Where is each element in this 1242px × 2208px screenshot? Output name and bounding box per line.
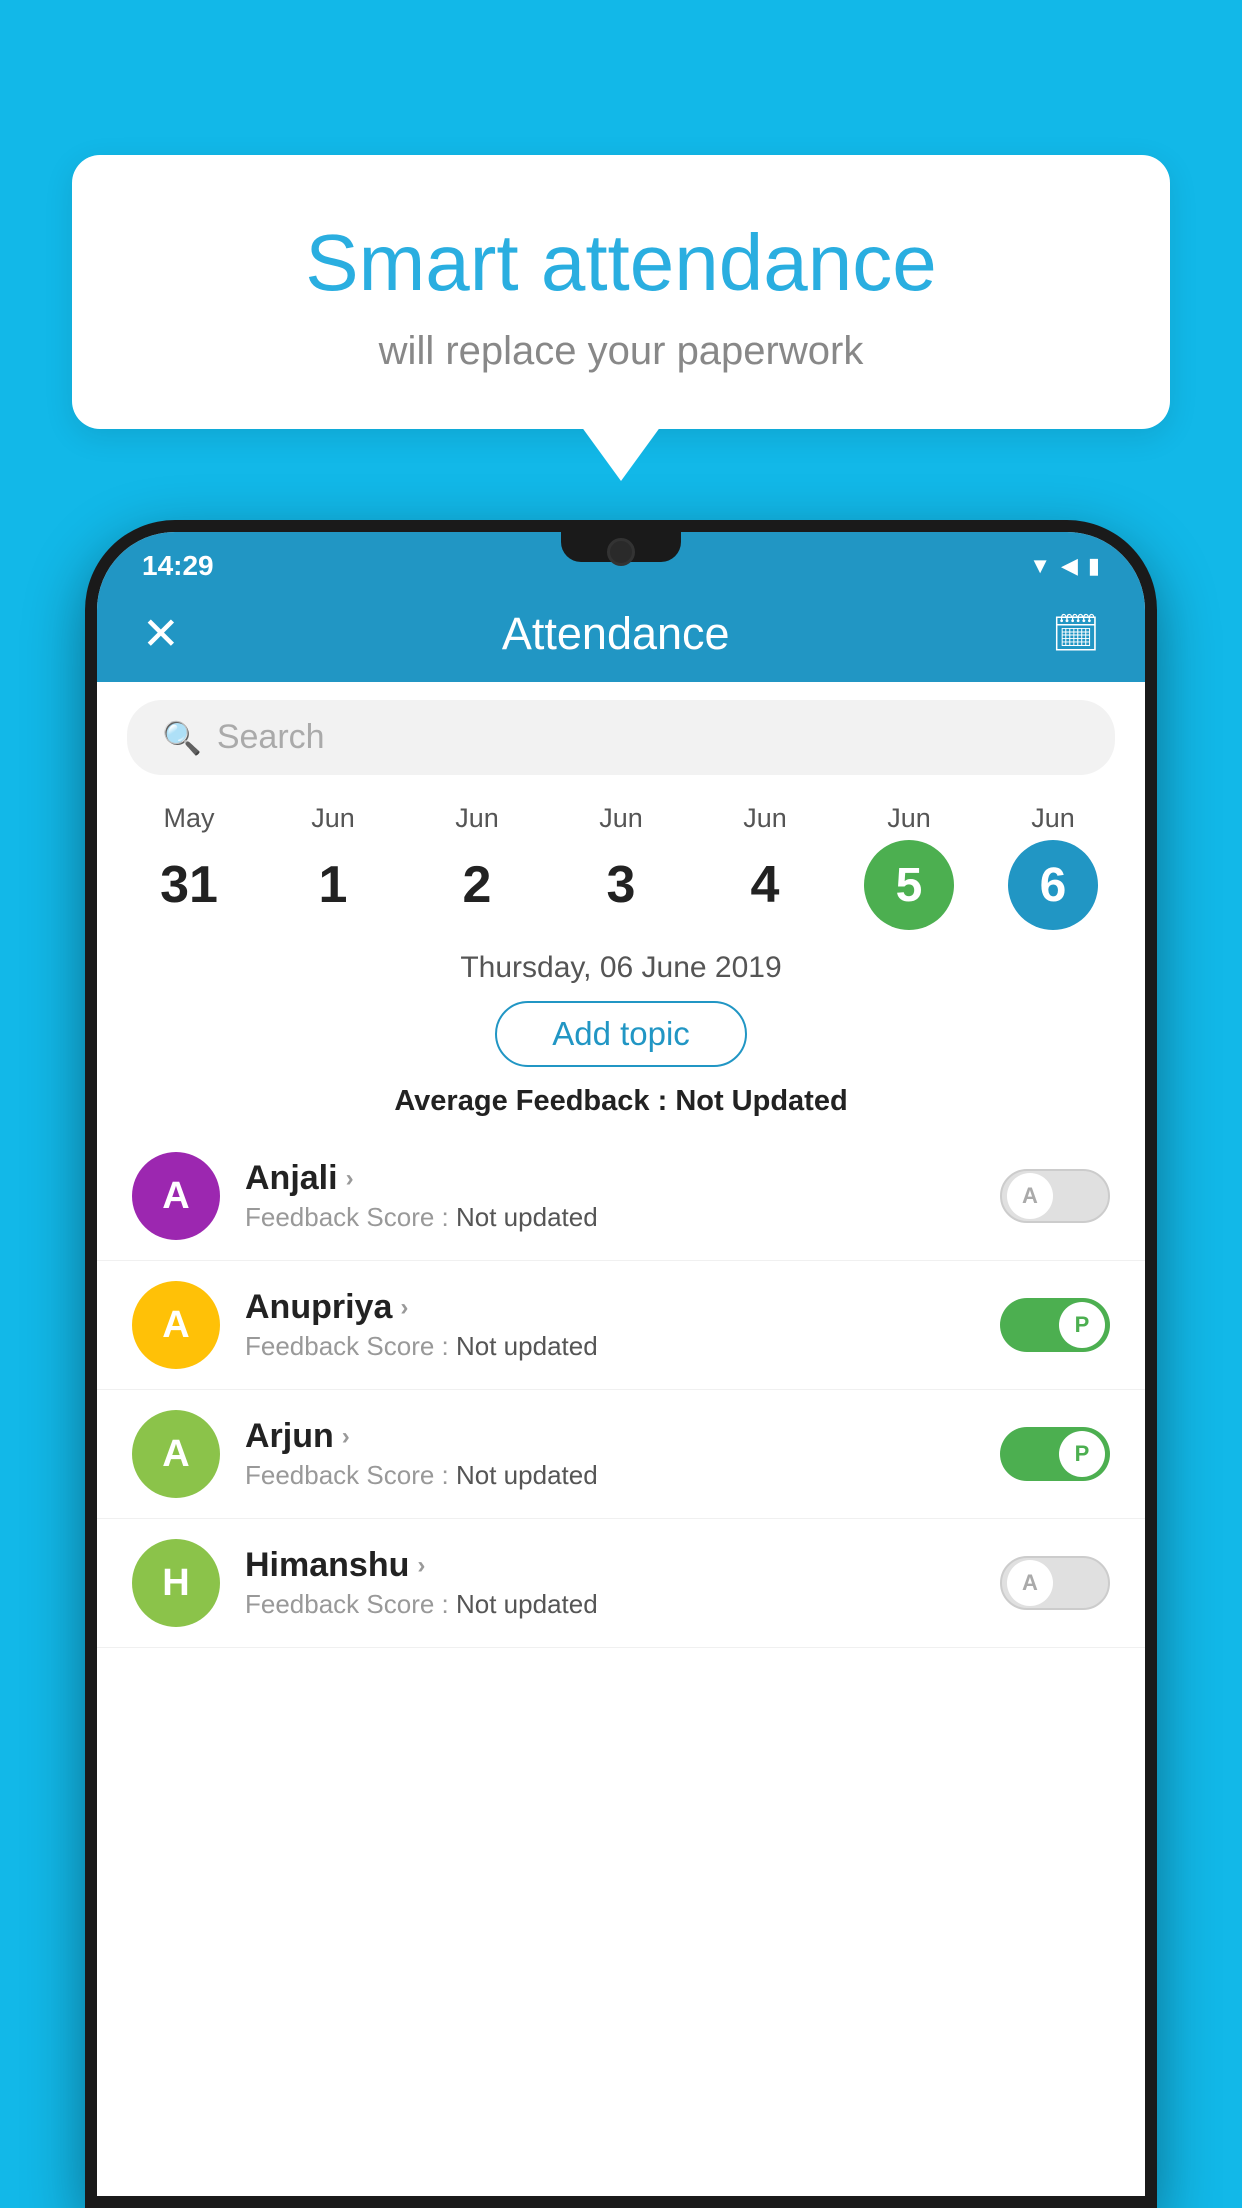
- toggle-thumb-2: P: [1059, 1431, 1105, 1477]
- student-name-2: Arjun ›: [245, 1417, 975, 1456]
- avg-feedback: Average Feedback : Not Updated: [97, 1081, 1145, 1132]
- cal-day-num-6: 6: [1008, 840, 1098, 930]
- chevron-icon: ›: [342, 1423, 350, 1451]
- cal-month-4: Jun: [743, 803, 787, 834]
- search-icon: 🔍: [162, 719, 202, 757]
- toggle-wrap-0[interactable]: A: [1000, 1169, 1110, 1223]
- student-name-0: Anjali ›: [245, 1159, 975, 1198]
- chevron-icon: ›: [417, 1552, 425, 1580]
- toggle-wrap-3[interactable]: A: [1000, 1556, 1110, 1610]
- student-info-0: Anjali › Feedback Score : Not updated: [245, 1159, 975, 1233]
- toggle-wrap-1[interactable]: P: [1000, 1298, 1110, 1352]
- calendar-icon[interactable]: 🗓: [1052, 612, 1100, 656]
- student-feedback-1: Feedback Score : Not updated: [245, 1331, 975, 1362]
- calendar-day-4[interactable]: Jun 4: [705, 803, 825, 930]
- wifi-icon: ▼: [1029, 553, 1051, 579]
- search-placeholder: Search: [217, 718, 325, 757]
- student-avatar-1: A: [132, 1281, 220, 1369]
- attendance-toggle-1[interactable]: P: [1000, 1298, 1110, 1352]
- cal-day-num-0: 31: [144, 840, 234, 930]
- student-item-0[interactable]: A Anjali › Feedback Score : Not updated A: [97, 1132, 1145, 1261]
- signal-icon: ◀: [1061, 553, 1078, 579]
- toggle-thumb-3: A: [1007, 1560, 1053, 1606]
- calendar-strip: May 31 Jun 1 Jun 2 Jun 3 Jun 4 Jun 5 Jun 6: [97, 793, 1145, 935]
- student-item-1[interactable]: A Anupriya › Feedback Score : Not updated P: [97, 1261, 1145, 1390]
- cal-day-num-5: 5: [864, 840, 954, 930]
- header-title: Attendance: [502, 608, 730, 660]
- chevron-icon: ›: [400, 1294, 408, 1322]
- speech-bubble: Smart attendance will replace your paper…: [72, 155, 1170, 429]
- phone-frame: 14:29 ▼ ◀ ▮ ✕ Attendance 🗓 🔍 Search May 3…: [85, 520, 1157, 2208]
- cal-day-num-1: 1: [288, 840, 378, 930]
- student-feedback-0: Feedback Score : Not updated: [245, 1202, 975, 1233]
- cal-day-num-3: 3: [576, 840, 666, 930]
- status-time: 14:29: [142, 550, 214, 582]
- add-topic-button[interactable]: Add topic: [495, 1001, 747, 1067]
- student-item-3[interactable]: H Himanshu › Feedback Score : Not updated A: [97, 1519, 1145, 1648]
- battery-icon: ▮: [1088, 553, 1100, 579]
- phone-screen: 14:29 ▼ ◀ ▮ ✕ Attendance 🗓 🔍 Search May 3…: [97, 532, 1145, 2196]
- toggle-thumb-1: P: [1059, 1302, 1105, 1348]
- bubble-subtitle: will replace your paperwork: [142, 329, 1100, 374]
- student-list: AAnjali ›Feedback Score : Not updatedAAA…: [97, 1132, 1145, 2196]
- calendar-day-5[interactable]: Jun 5: [849, 803, 969, 930]
- calendar-day-3[interactable]: Jun 3: [561, 803, 681, 930]
- cal-month-0: May: [163, 803, 214, 834]
- calendar-day-1[interactable]: Jun 1: [273, 803, 393, 930]
- student-name-3: Himanshu ›: [245, 1546, 975, 1585]
- cal-day-num-2: 2: [432, 840, 522, 930]
- student-feedback-3: Feedback Score : Not updated: [245, 1589, 975, 1620]
- chevron-icon: ›: [346, 1165, 354, 1193]
- cal-month-2: Jun: [455, 803, 499, 834]
- student-feedback-2: Feedback Score : Not updated: [245, 1460, 975, 1491]
- cal-day-num-4: 4: [720, 840, 810, 930]
- cal-month-3: Jun: [599, 803, 643, 834]
- student-avatar-2: A: [132, 1410, 220, 1498]
- toggle-wrap-2[interactable]: P: [1000, 1427, 1110, 1481]
- bubble-title: Smart attendance: [142, 215, 1100, 311]
- status-icons: ▼ ◀ ▮: [1029, 553, 1100, 579]
- student-info-2: Arjun › Feedback Score : Not updated: [245, 1417, 975, 1491]
- attendance-toggle-2[interactable]: P: [1000, 1427, 1110, 1481]
- close-button[interactable]: ✕: [142, 607, 180, 660]
- calendar-day-2[interactable]: Jun 2: [417, 803, 537, 930]
- student-avatar-0: A: [132, 1152, 220, 1240]
- attendance-toggle-0[interactable]: A: [1000, 1169, 1110, 1223]
- student-info-3: Himanshu › Feedback Score : Not updated: [245, 1546, 975, 1620]
- cal-month-6: Jun: [1031, 803, 1075, 834]
- calendar-day-0[interactable]: May 31: [129, 803, 249, 930]
- search-bar[interactable]: 🔍 Search: [127, 700, 1115, 775]
- cal-month-1: Jun: [311, 803, 355, 834]
- cal-month-5: Jun: [887, 803, 931, 834]
- student-info-1: Anupriya › Feedback Score : Not updated: [245, 1288, 975, 1362]
- add-topic-container: Add topic: [97, 993, 1145, 1081]
- toggle-thumb-0: A: [1007, 1173, 1053, 1219]
- phone-camera: [607, 538, 635, 566]
- student-avatar-3: H: [132, 1539, 220, 1627]
- selected-date: Thursday, 06 June 2019: [97, 935, 1145, 993]
- student-item-2[interactable]: A Arjun › Feedback Score : Not updated P: [97, 1390, 1145, 1519]
- app-header: ✕ Attendance 🗓: [97, 592, 1145, 682]
- calendar-day-6[interactable]: Jun 6: [993, 803, 1113, 930]
- attendance-toggle-3[interactable]: A: [1000, 1556, 1110, 1610]
- student-name-1: Anupriya ›: [245, 1288, 975, 1327]
